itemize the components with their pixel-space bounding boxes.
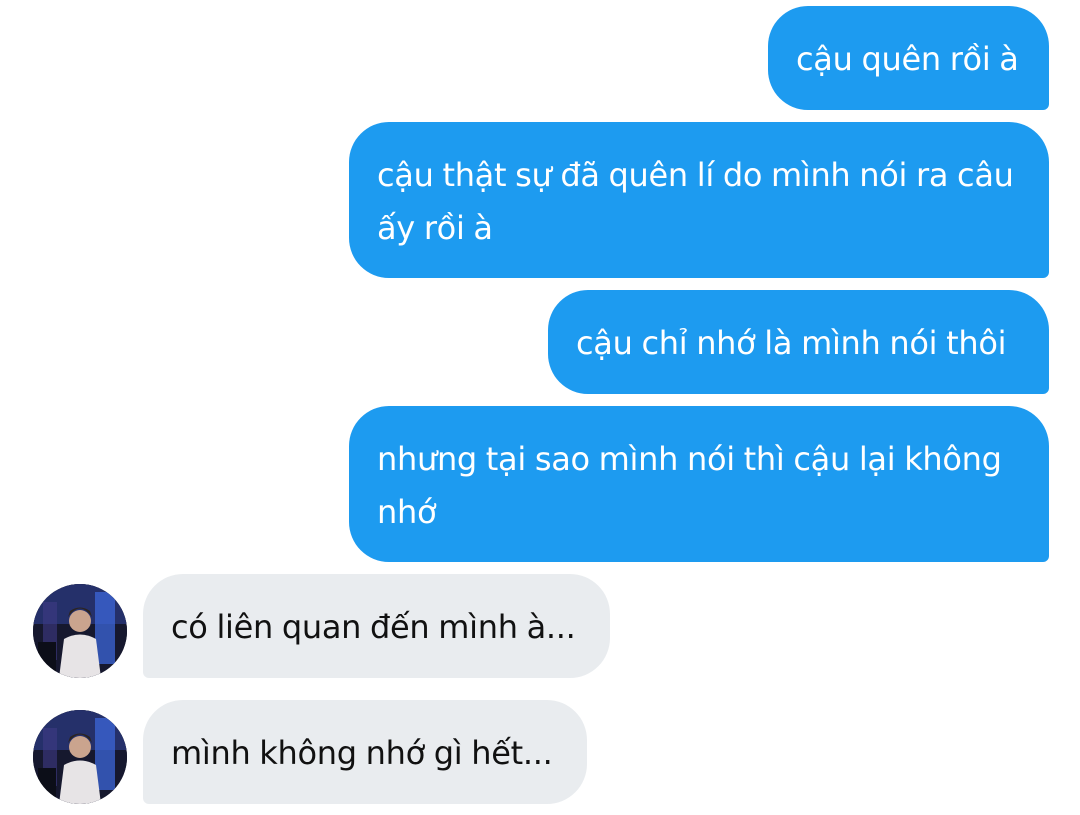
avatar-photo-icon: [33, 710, 127, 804]
message-text: cậu quên rồi à: [796, 40, 1019, 78]
avatar-photo-icon: [33, 584, 127, 678]
outgoing-message[interactable]: cậu chỉ nhớ là mình nói thôi: [548, 290, 1049, 394]
message-text: mình không nhớ gì hết...: [171, 734, 553, 772]
contact-avatar[interactable]: [33, 584, 127, 678]
incoming-message[interactable]: có liên quan đến mình à...: [143, 574, 610, 678]
outgoing-message[interactable]: cậu quên rồi à: [768, 6, 1049, 110]
message-text: cậu thật sự đã quên lí do mình nói ra câ…: [377, 156, 1014, 247]
chat-thread: cậu quên rồi à cậu thật sự đã quên lí do…: [0, 0, 1080, 815]
outgoing-message[interactable]: nhưng tại sao mình nói thì cậu lại không…: [349, 406, 1049, 562]
message-text: có liên quan đến mình à...: [171, 608, 576, 646]
contact-avatar[interactable]: [33, 710, 127, 804]
message-text: nhưng tại sao mình nói thì cậu lại không…: [377, 440, 1002, 531]
outgoing-message[interactable]: cậu thật sự đã quên lí do mình nói ra câ…: [349, 122, 1049, 278]
incoming-message[interactable]: mình không nhớ gì hết...: [143, 700, 587, 804]
message-text: cậu chỉ nhớ là mình nói thôi: [576, 324, 1007, 362]
